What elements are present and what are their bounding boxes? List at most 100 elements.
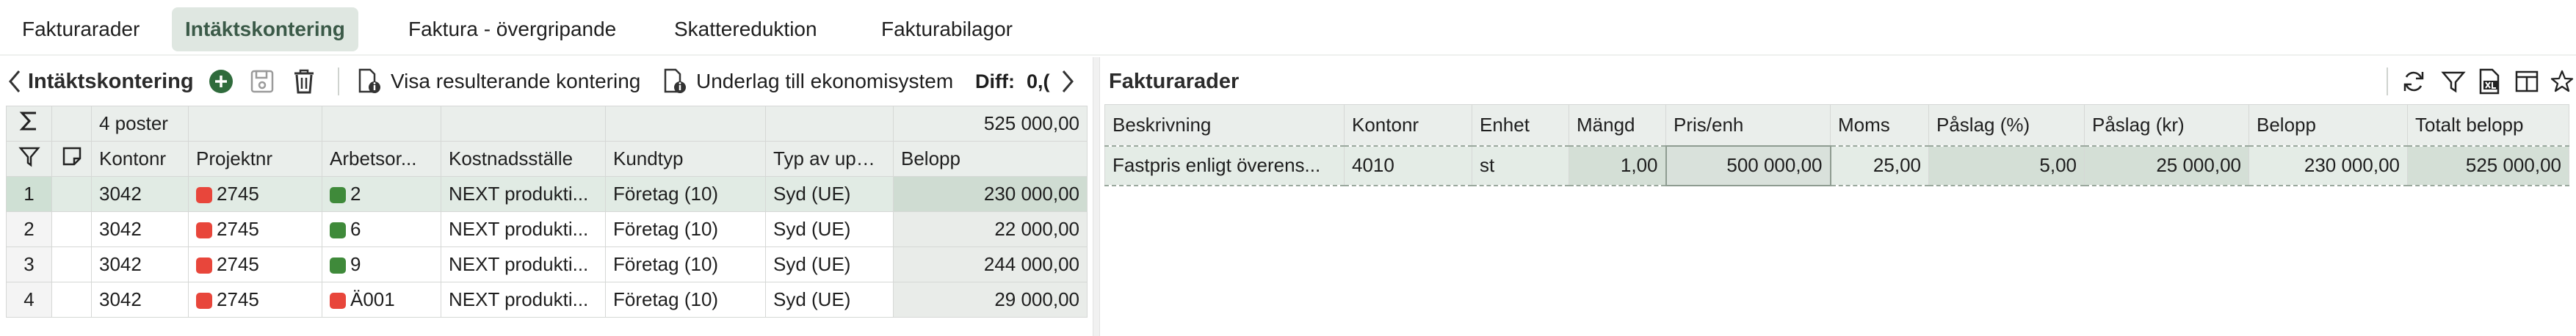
underlag-ekonomisystem-label: Underlag till ekonomisystem <box>696 70 954 92</box>
favorite-button[interactable] <box>2550 57 2575 106</box>
belopp-cell[interactable]: 244 000,00 <box>893 246 1088 282</box>
visa-resulterande-kontering-button[interactable]: Visa resulterande kontering <box>357 57 640 106</box>
typ-cell[interactable]: Syd (UE) <box>765 211 894 247</box>
row-number[interactable]: 3 <box>6 246 52 282</box>
kontonr-cell[interactable]: 3042 <box>91 246 189 282</box>
collapse-left-button[interactable] <box>7 57 22 106</box>
row-number[interactable]: 2 <box>6 211 52 247</box>
tab-intaktskontering[interactable]: Intäktskontering <box>172 7 358 51</box>
arbetsorder-cell[interactable]: Ä001 <box>322 282 441 318</box>
tab-fakturabilagor[interactable]: Fakturabilagor <box>868 7 1026 51</box>
arbetsorder-value: 9 <box>350 253 361 275</box>
projektnr-cell[interactable]: 2745 <box>188 176 322 212</box>
kontonr-cell[interactable]: 3042 <box>91 211 189 247</box>
expand-right-button[interactable] <box>1060 57 1075 106</box>
column-header-beskrivning[interactable]: Beskrivning <box>1104 104 1345 146</box>
row-number[interactable]: 4 <box>6 282 52 318</box>
note-cell[interactable] <box>51 282 92 318</box>
column-header-typ-av-uppdrag[interactable]: Typ av uppdra <box>765 141 894 177</box>
column-header-moms[interactable]: Moms <box>1830 104 1929 146</box>
kostnadsstalle-cell[interactable]: NEXT produkti... <box>441 246 606 282</box>
sum-toggle[interactable] <box>6 106 52 142</box>
projektnr-value: 2745 <box>217 288 259 310</box>
tab-faktura-overgripande[interactable]: Faktura - övergripande <box>395 7 629 51</box>
kostnadsstalle-cell[interactable]: NEXT produkti... <box>441 211 606 247</box>
moms-cell[interactable]: 25,00 <box>1830 145 1929 186</box>
projektnr-cell[interactable]: 2745 <box>188 246 322 282</box>
column-header-mangd[interactable]: Mängd <box>1569 104 1666 146</box>
mangd-cell[interactable]: 1,00 <box>1569 145 1666 186</box>
kundtyp-cell[interactable]: Företag (10) <box>605 282 766 318</box>
filter-toggle[interactable] <box>6 141 52 177</box>
projektnr-cell[interactable]: 2745 <box>188 282 322 318</box>
beskrivning-cell[interactable]: Fastpris enligt överens... <box>1104 145 1345 186</box>
typ-cell[interactable]: Syd (UE) <box>765 176 894 212</box>
save-button[interactable] <box>250 57 275 106</box>
note-cell[interactable] <box>51 176 92 212</box>
note-toggle[interactable] <box>51 141 92 177</box>
typ-cell[interactable]: Syd (UE) <box>765 246 894 282</box>
column-header-enhet[interactable]: Enhet <box>1472 104 1569 146</box>
table-row[interactable]: 4 3042 2745 Ä001 NEXT produkti... Företa… <box>6 282 1088 318</box>
row-number[interactable]: 1 <box>6 176 52 212</box>
enhet-cell[interactable]: st <box>1472 145 1569 186</box>
columns-button[interactable] <box>2514 57 2539 106</box>
column-header-paslag-procent[interactable]: Påslag (%) <box>1928 104 2085 146</box>
tab-fakturarader[interactable]: Fakturarader <box>9 7 153 51</box>
pris-per-enhet-cell[interactable]: 500 000,00 <box>1665 145 1831 186</box>
kundtyp-cell[interactable]: Företag (10) <box>605 246 766 282</box>
tab-skattereduktion[interactable]: Skattereduktion <box>661 7 831 51</box>
belopp-cell[interactable]: 22 000,00 <box>893 211 1088 247</box>
belopp-cell[interactable]: 230 000,00 <box>893 176 1088 212</box>
belopp-cell[interactable]: 230 000,00 <box>2248 145 2408 186</box>
arbetsorder-cell[interactable]: 9 <box>322 246 441 282</box>
column-header-kostnadsstalle[interactable]: Kostnadsställe <box>441 141 606 177</box>
column-header-belopp[interactable]: Belopp <box>893 141 1088 177</box>
right-toolbar: Fakturarader <box>1100 57 2576 106</box>
column-header-kontonr[interactable]: Kontonr <box>91 141 189 177</box>
delete-button[interactable] <box>292 57 316 106</box>
diff-label: Diff: <box>975 70 1015 92</box>
belopp-cell[interactable]: 29 000,00 <box>893 282 1088 318</box>
refresh-button[interactable] <box>2401 57 2426 106</box>
add-button[interactable] <box>209 57 234 106</box>
note-cell[interactable] <box>51 211 92 247</box>
column-header-paslag-kr[interactable]: Påslag (kr) <box>2084 104 2249 146</box>
row-count: 4 poster <box>91 106 189 142</box>
paslag-kr-cell[interactable]: 25 000,00 <box>2084 145 2249 186</box>
column-header-projektnr[interactable]: Projektnr <box>188 141 322 177</box>
column-header-belopp[interactable]: Belopp <box>2248 104 2408 146</box>
summary-empty <box>322 106 441 142</box>
column-header-kundtyp[interactable]: Kundtyp <box>605 141 766 177</box>
chevron-left-icon <box>9 70 21 92</box>
typ-cell[interactable]: Syd (UE) <box>765 282 894 318</box>
column-header-kontonr[interactable]: Kontonr <box>1344 104 1472 146</box>
summary-empty <box>51 106 92 142</box>
table-row[interactable]: 2 3042 2745 6 NEXT produkti... Företag (… <box>6 211 1088 247</box>
table-row[interactable]: 1 3042 2745 2 NEXT produkti... Företag (… <box>6 176 1088 212</box>
arbetsorder-cell[interactable]: 6 <box>322 211 441 247</box>
kostnadsstalle-cell[interactable]: NEXT produkti... <box>441 282 606 318</box>
export-excel-button[interactable] <box>2478 57 2503 106</box>
panel-splitter[interactable] <box>1093 57 1100 336</box>
toolbar-separator <box>2387 67 2388 95</box>
column-header-totalt-belopp[interactable]: Totalt belopp <box>2407 104 2569 146</box>
kundtyp-cell[interactable]: Företag (10) <box>605 211 766 247</box>
left-toolbar: Intäktskontering Visa resulterande konte… <box>0 57 1093 106</box>
arbetsorder-cell[interactable]: 2 <box>322 176 441 212</box>
kontonr-cell[interactable]: 3042 <box>91 176 189 212</box>
note-cell[interactable] <box>51 246 92 282</box>
totalt-belopp-cell[interactable]: 525 000,00 <box>2407 145 2569 186</box>
projektnr-cell[interactable]: 2745 <box>188 211 322 247</box>
column-header-pris-per-enhet[interactable]: Pris/enh <box>1665 104 1831 146</box>
kundtyp-cell[interactable]: Företag (10) <box>605 176 766 212</box>
table-row[interactable]: Fastpris enligt överens... 4010 st 1,00 … <box>1104 145 2569 186</box>
kontonr-cell[interactable]: 4010 <box>1344 145 1472 186</box>
underlag-ekonomisystem-button[interactable]: Underlag till ekonomisystem <box>662 57 953 106</box>
kontonr-cell[interactable]: 3042 <box>91 282 189 318</box>
column-header-arbetsorder[interactable]: Arbetsor... <box>322 141 441 177</box>
table-row[interactable]: 3 3042 2745 9 NEXT produkti... Företag (… <box>6 246 1088 282</box>
filter-button[interactable] <box>2441 57 2466 106</box>
kostnadsstalle-cell[interactable]: NEXT produkti... <box>441 176 606 212</box>
paslag-procent-cell[interactable]: 5,00 <box>1928 145 2085 186</box>
